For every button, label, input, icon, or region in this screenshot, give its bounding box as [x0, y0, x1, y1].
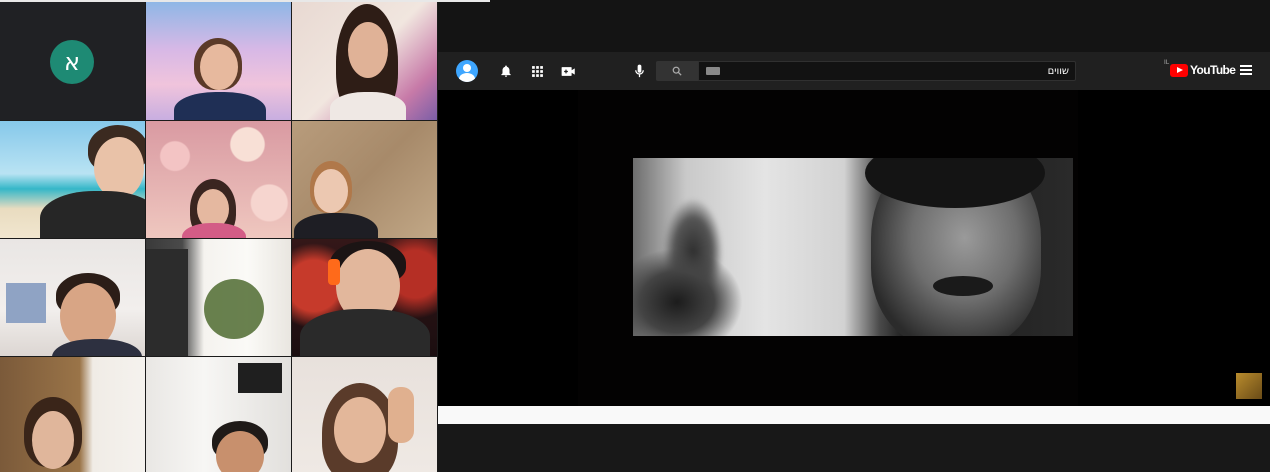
search-input[interactable] [769, 63, 1069, 79]
video-player[interactable] [438, 90, 1270, 406]
participant-tile[interactable] [0, 121, 145, 238]
participant-tile[interactable] [0, 357, 145, 472]
youtube-header: IL YouTube [438, 52, 1270, 90]
participant-avatar: א [50, 40, 94, 84]
search-bar [698, 61, 1076, 81]
participant-tile[interactable] [146, 357, 291, 472]
search-button[interactable] [656, 61, 698, 81]
participant-tile[interactable] [146, 2, 291, 120]
keyboard-icon[interactable] [706, 67, 720, 75]
microphone-icon[interactable] [630, 62, 648, 80]
participant-tile[interactable]: א [0, 2, 145, 120]
channel-thumbnail[interactable] [1236, 373, 1262, 399]
participant-tile[interactable] [146, 121, 291, 238]
participant-tile[interactable] [146, 239, 291, 356]
notifications-icon[interactable] [497, 62, 515, 80]
region-label: IL [1164, 59, 1170, 66]
participant-tile[interactable] [292, 239, 437, 356]
participant-tile[interactable] [0, 239, 145, 356]
apps-icon[interactable] [528, 62, 546, 80]
youtube-logo-text: YouTube [1190, 63, 1236, 77]
participant-tile[interactable] [292, 357, 437, 472]
video-call-gallery: א [0, 0, 490, 472]
youtube-window: IL YouTube [438, 52, 1270, 472]
video-frame [633, 158, 1073, 336]
search-icon [672, 66, 682, 76]
menu-icon[interactable] [1240, 65, 1252, 75]
participant-tile[interactable] [292, 2, 437, 120]
account-icon[interactable] [456, 60, 478, 82]
participant-tile[interactable] [292, 121, 437, 238]
youtube-play-icon [1170, 63, 1188, 77]
youtube-logo[interactable]: IL YouTube [1164, 59, 1236, 77]
create-video-icon[interactable] [559, 62, 577, 80]
bottom-strip [438, 424, 1270, 472]
below-video-area [438, 406, 1270, 424]
